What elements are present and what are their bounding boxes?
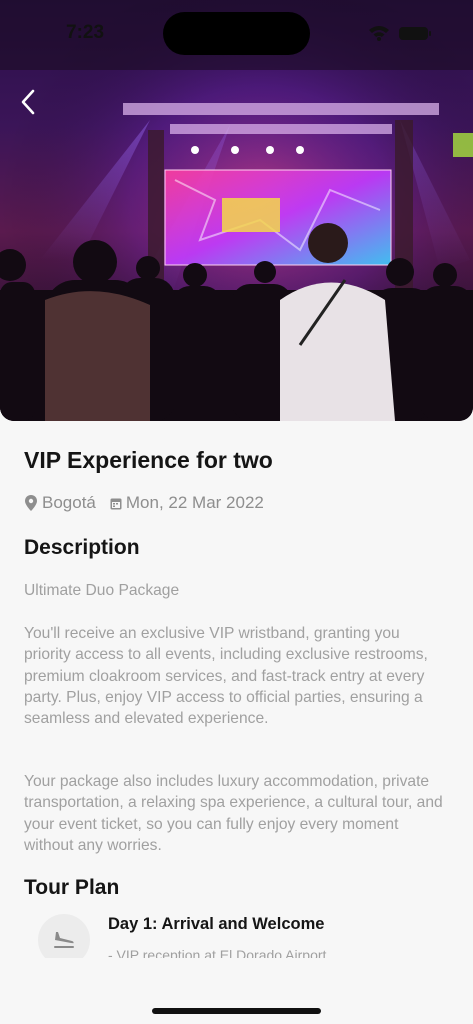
description-paragraph-1: You'll receive an exclusive VIP wristban… [24, 625, 428, 728]
calendar-icon [110, 498, 122, 509]
battery-icon [399, 27, 431, 40]
location-pin-icon [25, 495, 37, 511]
event-meta: Bogotá Mon, 22 Mar 2022 [24, 493, 264, 513]
event-location: Bogotá [24, 493, 96, 513]
bottom-safe-area [0, 958, 473, 1024]
description-heading: Description [24, 536, 140, 559]
concert-photo [0, 0, 473, 421]
wifi-icon [369, 26, 389, 41]
package-name: Ultimate Duo Package [24, 582, 180, 599]
event-location-text: Bogotá [42, 493, 96, 512]
event-date-text: Mon, 22 Mar 2022 [125, 493, 264, 512]
chevron-left-icon [21, 89, 35, 115]
plane-landing-icon [54, 932, 74, 948]
back-button[interactable] [12, 86, 44, 118]
dynamic-island [163, 12, 310, 55]
event-date: Mon, 22 Mar 2022 [110, 493, 264, 513]
home-indicator[interactable] [152, 1008, 321, 1014]
description-paragraph-2: Your package also includes luxury accomm… [24, 773, 443, 854]
event-hero-image [0, 0, 473, 421]
event-title: VIP Experience for two [24, 447, 273, 473]
tour-plan-heading: Tour Plan [24, 876, 120, 899]
tour-day-title: Day 1: Arrival and Welcome [108, 915, 325, 933]
status-bar-time: 7:23 [66, 22, 105, 43]
